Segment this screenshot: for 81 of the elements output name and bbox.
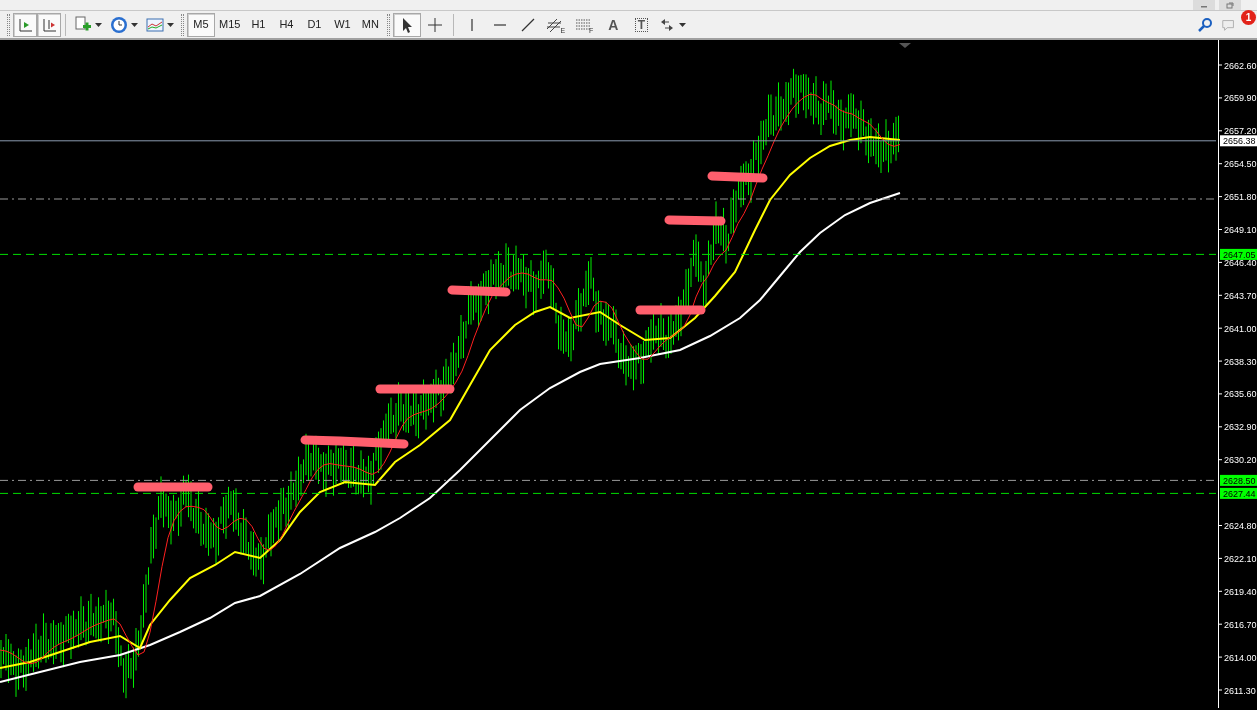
axis-tick <box>1218 261 1223 263</box>
price-label: 2635.60 <box>1224 389 1257 400</box>
chart-shift-icon <box>41 16 57 33</box>
axis-tick <box>1218 590 1223 592</box>
restore-button[interactable] <box>1219 0 1241 10</box>
price-tag: 2627.44 <box>1220 487 1257 499</box>
trend-line-icon <box>520 16 537 33</box>
highlight-mark <box>707 171 768 183</box>
shift-marker-icon <box>899 43 911 48</box>
highlight-mark <box>635 305 706 315</box>
price-label: 2624.80 <box>1224 521 1257 531</box>
axis-tick <box>1218 163 1223 165</box>
timeframe-button[interactable]: D1 <box>300 12 329 37</box>
price-label: 2659.90 <box>1224 93 1257 104</box>
timeframe-button[interactable]: M15 <box>215 12 245 37</box>
axis-tick <box>1218 130 1223 132</box>
dropdown-caret-icon <box>131 22 138 27</box>
dropdown-caret-icon <box>95 22 102 27</box>
restore-icon <box>1226 1 1234 9</box>
axis-tick <box>1218 64 1223 66</box>
axis-tick <box>1218 623 1223 625</box>
indicator-chart-icon <box>146 15 164 34</box>
price-tag: 2656.38 <box>1220 135 1257 147</box>
timeframe-button[interactable]: H4 <box>272 12 301 37</box>
price-label: 2630.20 <box>1224 455 1257 466</box>
axis-tick <box>1218 525 1223 526</box>
vertical-line-icon <box>471 18 474 31</box>
axis-tick <box>1218 97 1223 99</box>
price-label: 2619.40 <box>1224 586 1257 597</box>
channel-icon <box>546 16 563 33</box>
fibonacci-icon <box>575 16 592 33</box>
axis-tick <box>1218 459 1223 461</box>
dropdown-caret-icon <box>679 22 687 27</box>
drawing-tool-button[interactable] <box>393 12 422 37</box>
new-chart-icon <box>74 15 92 34</box>
chart-mode-button[interactable] <box>13 12 37 37</box>
price-label: 2622.10 <box>1224 553 1257 564</box>
timeframe-button[interactable]: MN <box>356 12 385 37</box>
dropdown-caret-icon <box>167 22 174 27</box>
axis-tick <box>1218 393 1223 395</box>
price-label: 2657.20 <box>1224 126 1257 137</box>
text-tool-glyph: A <box>608 17 619 32</box>
search-icon <box>1197 16 1213 33</box>
axis-tick <box>1218 557 1223 559</box>
price-label: 2641.00 <box>1224 323 1257 334</box>
clock-icon <box>110 15 128 34</box>
price-label: 2654.50 <box>1224 159 1257 170</box>
price-label: 2611.30 <box>1224 685 1256 696</box>
text-label-glyph: T <box>634 17 649 32</box>
price-tag: 2628.50 <box>1220 474 1257 486</box>
price-label: 2638.30 <box>1224 356 1257 367</box>
timeframe-button[interactable]: W1 <box>328 12 357 37</box>
horizontal-line-icon <box>494 23 507 26</box>
price-tag: 2647.05 <box>1220 248 1257 260</box>
highlight-mark <box>447 285 511 297</box>
axis-tick <box>1218 229 1223 230</box>
timeframe-button[interactable]: H1 <box>244 12 273 37</box>
price-label: 2646.40 <box>1224 257 1257 268</box>
price-label: 2614.00 <box>1224 652 1257 663</box>
chart-mode-button[interactable] <box>37 12 61 37</box>
highlight-mark <box>664 215 726 226</box>
price-label: 2643.70 <box>1224 290 1257 301</box>
axis-tick <box>1218 327 1223 329</box>
axis-tick <box>1218 689 1223 691</box>
crosshair-icon <box>427 16 444 33</box>
autoscroll-icon <box>17 16 33 33</box>
price-label: 2649.10 <box>1224 225 1257 235</box>
axis-tick <box>1218 426 1223 428</box>
drawing-tool-button[interactable]: A <box>599 12 628 37</box>
drawing-tool-button[interactable]: T <box>627 12 656 37</box>
axis-tick <box>1218 196 1223 198</box>
axis-tick <box>1218 360 1223 362</box>
price-label: 2632.90 <box>1224 422 1257 433</box>
price-label: 2651.80 <box>1224 192 1257 203</box>
notification-badge: 1 <box>1241 9 1256 25</box>
price-label: 2662.60 <box>1224 60 1257 71</box>
price-label: 2616.70 <box>1224 619 1257 630</box>
axis-tick <box>1218 656 1223 658</box>
minimize-button[interactable] <box>1193 0 1215 10</box>
timeframe-button[interactable]: M5 <box>187 12 215 37</box>
axis-tick <box>1218 294 1223 296</box>
